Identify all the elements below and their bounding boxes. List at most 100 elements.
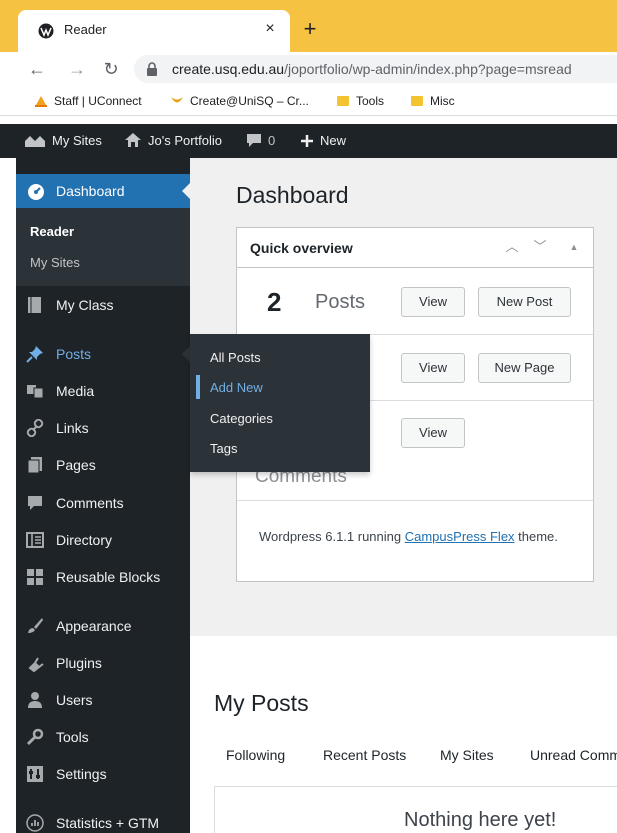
tab-title: Reader bbox=[64, 22, 107, 37]
browser-tabstrip: Reader × + bbox=[0, 0, 617, 52]
sidebar-item-pages[interactable]: Pages bbox=[16, 448, 190, 482]
bookmarks-bar: Staff | UConnect Create@UniSQ – Cr... To… bbox=[0, 86, 617, 116]
collapse-toggle-icon[interactable]: ▲ bbox=[563, 236, 585, 258]
new-content-menu[interactable]: New bbox=[300, 124, 346, 158]
sidebar-item-label: Comments bbox=[56, 495, 124, 511]
sidebar-item-my-class[interactable]: My Class bbox=[16, 288, 190, 322]
version-footer: Wordpress 6.1.1 running CampusPress Flex… bbox=[259, 529, 558, 544]
sidebar-item-reusable-blocks[interactable]: Reusable Blocks bbox=[16, 560, 190, 594]
lock-icon bbox=[147, 62, 157, 76]
flyout-categories[interactable]: Categories bbox=[210, 411, 273, 426]
dashboard-submenu: Reader My Sites bbox=[16, 208, 190, 286]
sidebar-item-media[interactable]: Media bbox=[16, 374, 190, 408]
sidebar-item-users[interactable]: Users bbox=[16, 683, 190, 717]
folder-icon bbox=[337, 96, 349, 106]
my-sites-menu[interactable]: My Sites bbox=[24, 124, 102, 158]
sidebar-item-dashboard[interactable]: Dashboard bbox=[16, 174, 190, 208]
comment-bubble-icon bbox=[247, 134, 261, 147]
pin-icon bbox=[26, 346, 43, 363]
widget-header: Quick overview ︿ ﹀ ▲ bbox=[237, 228, 593, 268]
sun-icon bbox=[35, 96, 47, 107]
flyout-all-posts[interactable]: All Posts bbox=[210, 350, 261, 365]
sidebar-item-label: Links bbox=[56, 420, 89, 436]
sidebar-item-directory[interactable]: Directory bbox=[16, 523, 190, 557]
url-text: create.usq.edu.au/joportfolio/wp-admin/i… bbox=[172, 61, 572, 77]
tab-unread-comments[interactable]: Unread Comm bbox=[530, 747, 617, 763]
bookmark-misc[interactable]: Misc bbox=[410, 94, 455, 108]
new-tab-icon[interactable]: + bbox=[298, 18, 322, 42]
stats-icon bbox=[26, 814, 44, 832]
new-page-button[interactable]: New Page bbox=[478, 353, 571, 383]
sidebar-item-label: Dashboard bbox=[56, 183, 125, 199]
reload-icon[interactable]: ↻ bbox=[100, 58, 122, 80]
sidebar-item-label: Pages bbox=[56, 457, 96, 473]
sidebar-item-statistics[interactable]: Statistics + GTM bbox=[16, 806, 190, 833]
plugin-icon bbox=[28, 657, 44, 672]
tab-my-sites[interactable]: My Sites bbox=[440, 747, 494, 763]
sidebar-item-label: Tools bbox=[56, 729, 89, 745]
sidebar-item-label: My Class bbox=[56, 297, 114, 313]
posts-label: Posts bbox=[315, 291, 366, 313]
browser-navbar: ← → ↻ create.usq.edu.au/joportfolio/wp-a… bbox=[0, 52, 617, 86]
flyout-active-indicator bbox=[196, 375, 200, 399]
submenu-reader[interactable]: Reader bbox=[30, 224, 74, 239]
submenu-my-sites[interactable]: My Sites bbox=[30, 255, 80, 270]
tab-recent-posts[interactable]: Recent Posts bbox=[323, 747, 406, 763]
flyout-tags[interactable]: Tags bbox=[210, 441, 237, 456]
wrench-icon bbox=[26, 728, 44, 746]
blocks-icon bbox=[27, 569, 43, 585]
close-tab-icon[interactable]: × bbox=[260, 19, 280, 39]
view-comments-button[interactable]: View bbox=[401, 418, 465, 448]
empty-state-text: Nothing here yet! bbox=[404, 809, 557, 831]
sidebar-item-label: Directory bbox=[56, 532, 113, 548]
admin-sidebar: Dashboard Reader My Sites My Class Posts… bbox=[16, 158, 190, 833]
bookmark-staff-uconnect[interactable]: Staff | UConnect bbox=[34, 94, 142, 108]
page-title: Dashboard bbox=[236, 182, 349, 208]
dashboard-gauge-icon bbox=[28, 184, 44, 200]
move-up-icon[interactable]: ︿ bbox=[501, 236, 523, 258]
settings-icon bbox=[27, 766, 43, 782]
sidebar-item-label: Appearance bbox=[56, 618, 132, 634]
bookmark-tools[interactable]: Tools bbox=[336, 94, 384, 108]
view-posts-button[interactable]: View bbox=[401, 287, 465, 317]
link-icon bbox=[26, 419, 44, 437]
move-down-icon[interactable]: ﹀ bbox=[529, 236, 551, 258]
bookmark-create-unisq[interactable]: Create@UniSQ – Cr... bbox=[170, 94, 309, 108]
my-posts-title: My Posts bbox=[214, 690, 309, 716]
sidebar-item-label: Statistics + GTM bbox=[56, 815, 160, 831]
book-icon bbox=[28, 297, 41, 313]
sidebar-item-appearance[interactable]: Appearance bbox=[16, 609, 190, 643]
sidebar-item-comments[interactable]: Comments bbox=[16, 486, 190, 520]
browser-tab[interactable]: Reader × bbox=[18, 10, 290, 52]
sidebar-item-tools[interactable]: Tools bbox=[16, 720, 190, 754]
wing-icon bbox=[171, 97, 183, 103]
view-pages-button[interactable]: View bbox=[401, 353, 465, 383]
user-icon bbox=[28, 692, 42, 708]
site-name-menu[interactable]: Jo's Portfolio bbox=[124, 124, 222, 158]
current-menu-arrow bbox=[182, 183, 190, 199]
sidebar-item-label: Users bbox=[56, 692, 93, 708]
comment-icon bbox=[28, 496, 42, 510]
flyout-pointer bbox=[182, 346, 190, 362]
theme-link[interactable]: CampusPress Flex bbox=[405, 529, 515, 544]
back-arrow-icon[interactable]: ← bbox=[26, 58, 48, 80]
sidebar-item-plugins[interactable]: Plugins bbox=[16, 646, 190, 680]
pages-icon bbox=[27, 457, 42, 474]
comments-menu[interactable]: 0 bbox=[246, 124, 275, 158]
sidebar-item-label: Settings bbox=[56, 766, 107, 782]
forward-arrow-icon[interactable]: → bbox=[66, 58, 88, 80]
my-sites-icon bbox=[25, 136, 45, 147]
address-bar[interactable]: create.usq.edu.au/joportfolio/wp-admin/i… bbox=[134, 55, 617, 83]
wordpress-favicon-icon bbox=[38, 23, 54, 39]
posts-count: 2 bbox=[267, 287, 282, 317]
home-icon bbox=[125, 133, 141, 147]
wp-admin-bar: My Sites Jo's Portfolio 0 New bbox=[0, 124, 617, 158]
new-post-button[interactable]: New Post bbox=[478, 287, 571, 317]
media-icon bbox=[27, 385, 44, 399]
sidebar-item-posts[interactable]: Posts bbox=[16, 337, 190, 371]
tab-following[interactable]: Following bbox=[226, 747, 285, 763]
flyout-add-new[interactable]: Add New bbox=[210, 380, 263, 395]
sidebar-item-links[interactable]: Links bbox=[16, 411, 190, 445]
sidebar-item-settings[interactable]: Settings bbox=[16, 757, 190, 791]
folder-icon bbox=[411, 96, 423, 106]
